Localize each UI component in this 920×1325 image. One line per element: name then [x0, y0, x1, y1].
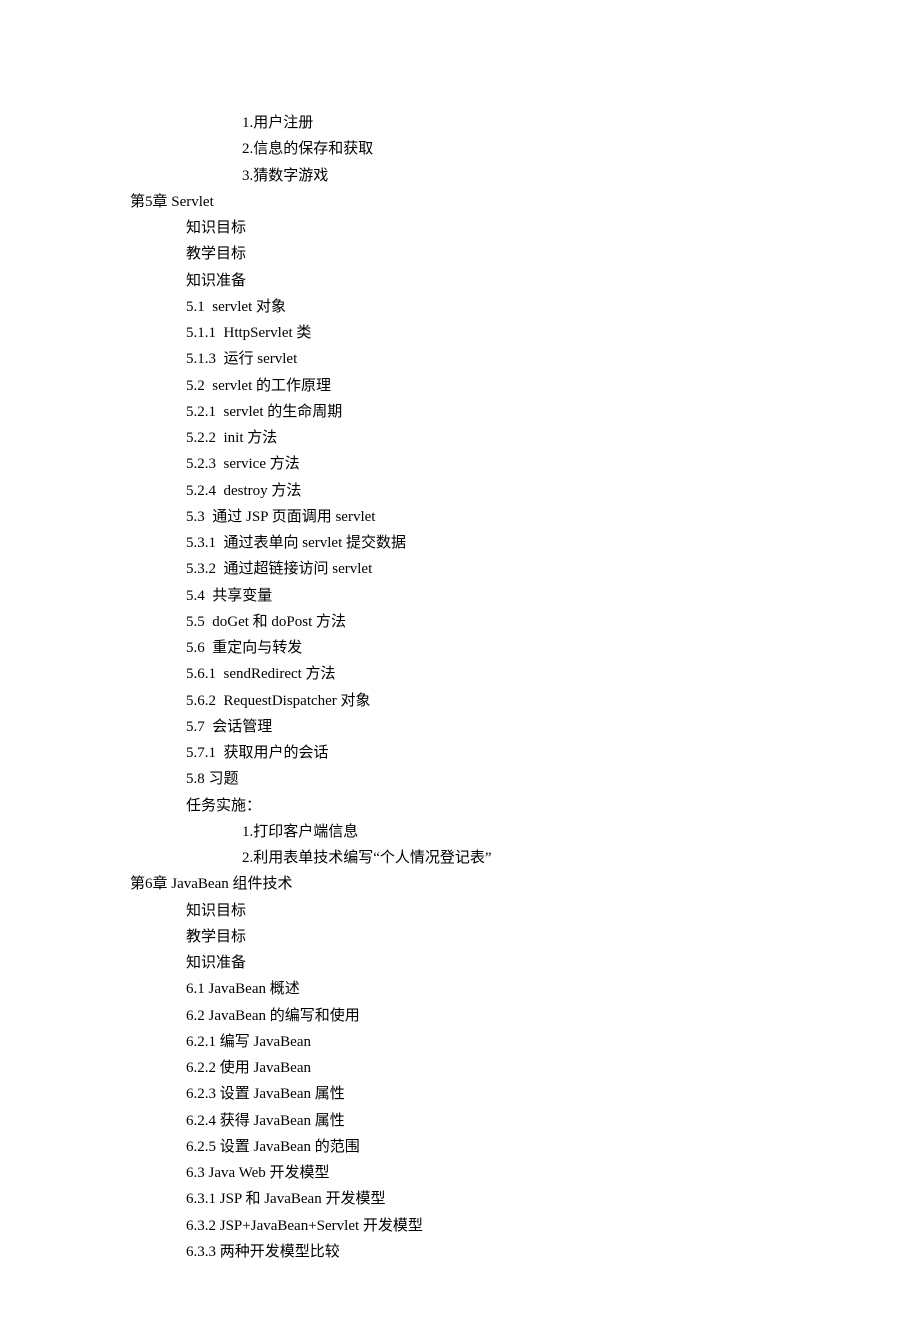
toc-line: 5.2 servlet 的工作原理: [130, 373, 790, 399]
toc-line: 5.1.3 运行 servlet: [130, 346, 790, 372]
toc-line: 知识准备: [130, 950, 790, 976]
toc-line: 第5章 Servlet: [130, 189, 790, 215]
toc-line: 5.1.1 HttpServlet 类: [130, 320, 790, 346]
toc-line: 5.3.2 通过超链接访问 servlet: [130, 556, 790, 582]
toc-line: 第6章 JavaBean 组件技术: [130, 871, 790, 897]
toc-line: 5.2.3 service 方法: [130, 451, 790, 477]
toc-line: 5.1 servlet 对象: [130, 294, 790, 320]
table-of-contents: 1.用户注册2.信息的保存和获取3.猜数字游戏第5章 Servlet知识目标教学…: [130, 110, 790, 1265]
toc-line: 教学目标: [130, 241, 790, 267]
toc-line: 任务实施：: [130, 793, 790, 819]
toc-line: 5.2.1 servlet 的生命周期: [130, 399, 790, 425]
toc-line: 2.信息的保存和获取: [130, 136, 790, 162]
toc-line: 教学目标: [130, 924, 790, 950]
toc-line: 6.3.1 JSP 和 JavaBean 开发模型: [130, 1186, 790, 1212]
toc-line: 5.2.2 init 方法: [130, 425, 790, 451]
toc-line: 5.2.4 destroy 方法: [130, 478, 790, 504]
toc-line: 5.7.1 获取用户的会话: [130, 740, 790, 766]
toc-line: 知识准备: [130, 268, 790, 294]
toc-line: 5.5 doGet 和 doPost 方法: [130, 609, 790, 635]
toc-line: 3.猜数字游戏: [130, 163, 790, 189]
toc-line: 6.2.3 设置 JavaBean 属性: [130, 1081, 790, 1107]
toc-line: 2.利用表单技术编写“个人情况登记表”: [130, 845, 790, 871]
toc-line: 5.4 共享变量: [130, 583, 790, 609]
toc-line: 6.2.1 编写 JavaBean: [130, 1029, 790, 1055]
toc-line: 5.3 通过 JSP 页面调用 servlet: [130, 504, 790, 530]
toc-line: 6.2.5 设置 JavaBean 的范围: [130, 1134, 790, 1160]
toc-line: 6.3.3 两种开发模型比较: [130, 1239, 790, 1265]
toc-line: 知识目标: [130, 898, 790, 924]
toc-line: 6.3 Java Web 开发模型: [130, 1160, 790, 1186]
toc-line: 6.3.2 JSP+JavaBean+Servlet 开发模型: [130, 1213, 790, 1239]
toc-line: 6.2.2 使用 JavaBean: [130, 1055, 790, 1081]
toc-line: 5.7 会话管理: [130, 714, 790, 740]
toc-line: 5.6 重定向与转发: [130, 635, 790, 661]
toc-line: 1.打印客户端信息: [130, 819, 790, 845]
toc-line: 6.2.4 获得 JavaBean 属性: [130, 1108, 790, 1134]
toc-line: 知识目标: [130, 215, 790, 241]
toc-line: 1.用户注册: [130, 110, 790, 136]
toc-line: 6.1 JavaBean 概述: [130, 976, 790, 1002]
toc-line: 5.8 习题: [130, 766, 790, 792]
toc-line: 5.6.1 sendRedirect 方法: [130, 661, 790, 687]
toc-line: 6.2 JavaBean 的编写和使用: [130, 1003, 790, 1029]
toc-line: 5.3.1 通过表单向 servlet 提交数据: [130, 530, 790, 556]
toc-line: 5.6.2 RequestDispatcher 对象: [130, 688, 790, 714]
